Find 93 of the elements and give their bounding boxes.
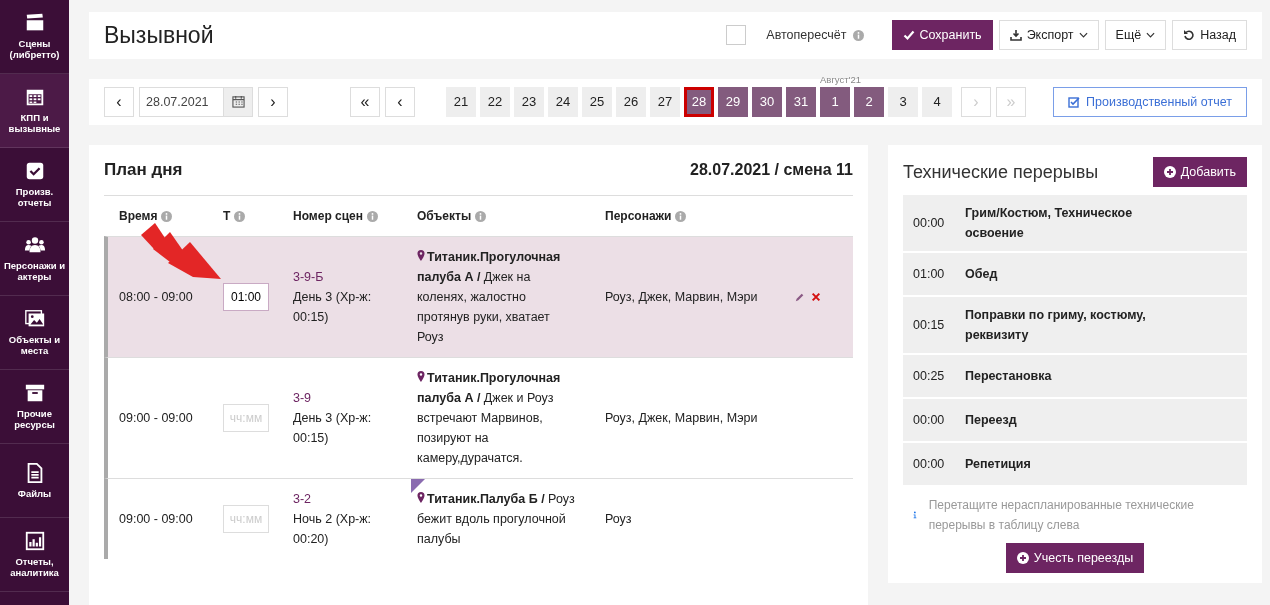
info-icon (852, 29, 864, 41)
plus-circle-icon (1016, 552, 1029, 564)
autorecalc-label: Автопересчёт (766, 28, 847, 43)
delete-icon[interactable] (811, 292, 821, 302)
object-description: Титаник.Прогулочная палуба А / Джек на коленях, жалостно протянув руки, хватает Роуз (417, 249, 562, 346)
day-button[interactable]: 4 (922, 86, 952, 117)
column-header: Персонажи (605, 209, 672, 223)
pencil-icon[interactable] (795, 292, 805, 302)
day-button[interactable]: 27 (650, 86, 680, 117)
production-report-button[interactable]: Производственный отчет (1053, 86, 1247, 117)
next-date-button[interactable]: › (258, 86, 288, 117)
break-item[interactable]: 00:15 Поправки по гриму, костюму, реквизиту (903, 297, 1247, 353)
account-moves-button[interactable]: Учесть переезды (1005, 543, 1145, 573)
scene-day: День 3 (Хр-ж: 00:15) (293, 287, 397, 327)
characters-list: Роуз, Джек, Марвин, Мэри (605, 408, 758, 428)
location-pin-icon (417, 250, 425, 261)
day-button[interactable]: 25 (582, 86, 612, 117)
info-icon (913, 510, 917, 520)
info-icon (234, 210, 246, 222)
page-title: Вызывной (104, 21, 214, 49)
break-item[interactable]: 00:00 Переезд (903, 399, 1247, 441)
bar-chart-icon (23, 530, 46, 553)
location-pin-icon (417, 492, 425, 503)
break-item[interactable]: 00:00 Грим/Костюм, Техническое освоение (903, 195, 1247, 251)
day-button[interactable]: 30 (752, 86, 782, 117)
sidebar-item[interactable]: КПП и вызывные (0, 74, 69, 148)
day-button[interactable]: 22 (480, 86, 510, 117)
autorecalc-checkbox[interactable] (726, 25, 747, 46)
panel-title: План дня (104, 160, 183, 180)
month-label: Август'21 (820, 73, 861, 85)
duration-field[interactable]: 01:00 (223, 283, 269, 311)
object-description: Титаник.Прогулочная палуба А / Джек и Роуз встречают Марвинов, позируют на камеру,дурачатся. (417, 370, 562, 467)
date-field[interactable]: 28.07.2021 (139, 86, 223, 117)
location-pin-icon (417, 371, 425, 382)
day-button[interactable]: 24 (548, 86, 578, 117)
column-header: Т (223, 209, 231, 223)
first-page-button[interactable]: « (350, 86, 380, 117)
day-button[interactable]: 23 (514, 86, 544, 117)
checkbox-icon (1068, 95, 1081, 108)
export-button[interactable]: Экспорт (998, 20, 1099, 51)
shift-label: 28.07.2021 / смена 11 (690, 161, 853, 179)
save-button[interactable]: Сохранить (891, 20, 993, 51)
time-range: 09:00 - 09:00 (119, 511, 193, 528)
object-description: Титаник.Палуба Б / Роуз бежит вдоль прогулочной палубы (417, 491, 576, 548)
sidebar-item[interactable]: Произв. отчеты (0, 148, 69, 222)
time-range: 09:00 - 09:00 (119, 410, 193, 427)
hint-text: Перетащите нераспланированные технические перерывы в таблицу слева (928, 497, 1195, 534)
checkmark-icon (902, 29, 915, 42)
sidebar-item[interactable]: Прочие ресурсы (0, 370, 69, 444)
day-button[interactable]: 31 (786, 86, 816, 117)
break-item[interactable]: 00:00 Репетиция (903, 443, 1247, 485)
day-button[interactable]: 1 (820, 86, 850, 117)
info-icon (475, 210, 487, 222)
back-button[interactable]: Назад (1172, 20, 1247, 51)
time-range: 08:00 - 09:00 (119, 289, 193, 306)
sidebar-item[interactable]: Отчеты, аналитика (0, 518, 69, 592)
scene-number[interactable]: 3-2 (293, 489, 312, 509)
column-header: Время (119, 209, 158, 223)
day-button[interactable]: 3 (888, 86, 918, 117)
scene-number[interactable]: 3-9 (293, 388, 312, 408)
panel-title: Технические перерывы (903, 161, 1099, 183)
schedule-row[interactable]: 08:00 - 09:00 01:00 3-9-Б День 3 (Хр-ж: 00:15) Титаник.Прогулочная палуба А / Джек на коленях, жалостно протянув руки, хватает Роуз Роуз, Джек, Марвин, Мэри (104, 236, 853, 357)
scene-number[interactable]: 3-9-Б (293, 267, 324, 287)
day-button[interactable]: 2 (854, 86, 884, 117)
day-button[interactable]: 26 (616, 86, 646, 117)
info-icon (367, 210, 379, 222)
caret-icon (1078, 32, 1088, 39)
calendar-icon (231, 95, 245, 109)
scene-day: Ночь 2 (Хр-ж: 00:20) (293, 509, 397, 549)
add-button[interactable]: Добавить (1152, 157, 1247, 187)
info-icon (675, 210, 687, 222)
column-header: Номер сцен (293, 209, 364, 223)
day-button[interactable]: 28 (684, 86, 714, 117)
scene-day: День 3 (Хр-ж: 00:15) (293, 408, 397, 448)
sidebar-item[interactable]: Объекты и места (0, 296, 69, 370)
day-button[interactable]: 29 (718, 86, 748, 117)
sidebar-item[interactable]: Персонажи и актеры (0, 222, 69, 296)
characters-list: Роуз (605, 509, 632, 529)
break-item[interactable]: 01:00 Обед (903, 253, 1247, 295)
plus-circle-icon (1163, 166, 1176, 178)
download-icon (1009, 29, 1022, 42)
info-icon (161, 210, 173, 222)
calendar-button[interactable] (223, 86, 253, 117)
day-button[interactable]: 21 (446, 86, 476, 117)
caret-icon (1146, 32, 1156, 39)
previous-page-button[interactable]: ‹ (385, 86, 415, 117)
sidebar-item[interactable]: Файлы (0, 444, 69, 518)
column-header: Объекты (417, 209, 472, 223)
previous-date-button[interactable]: ‹ (104, 86, 134, 117)
break-item[interactable]: 00:25 Перестановка (903, 355, 1247, 397)
characters-list: Роуз, Джек, Марвин, Мэри (605, 287, 758, 307)
undo-icon (1183, 29, 1196, 42)
more-button[interactable]: Ещё (1104, 20, 1167, 51)
